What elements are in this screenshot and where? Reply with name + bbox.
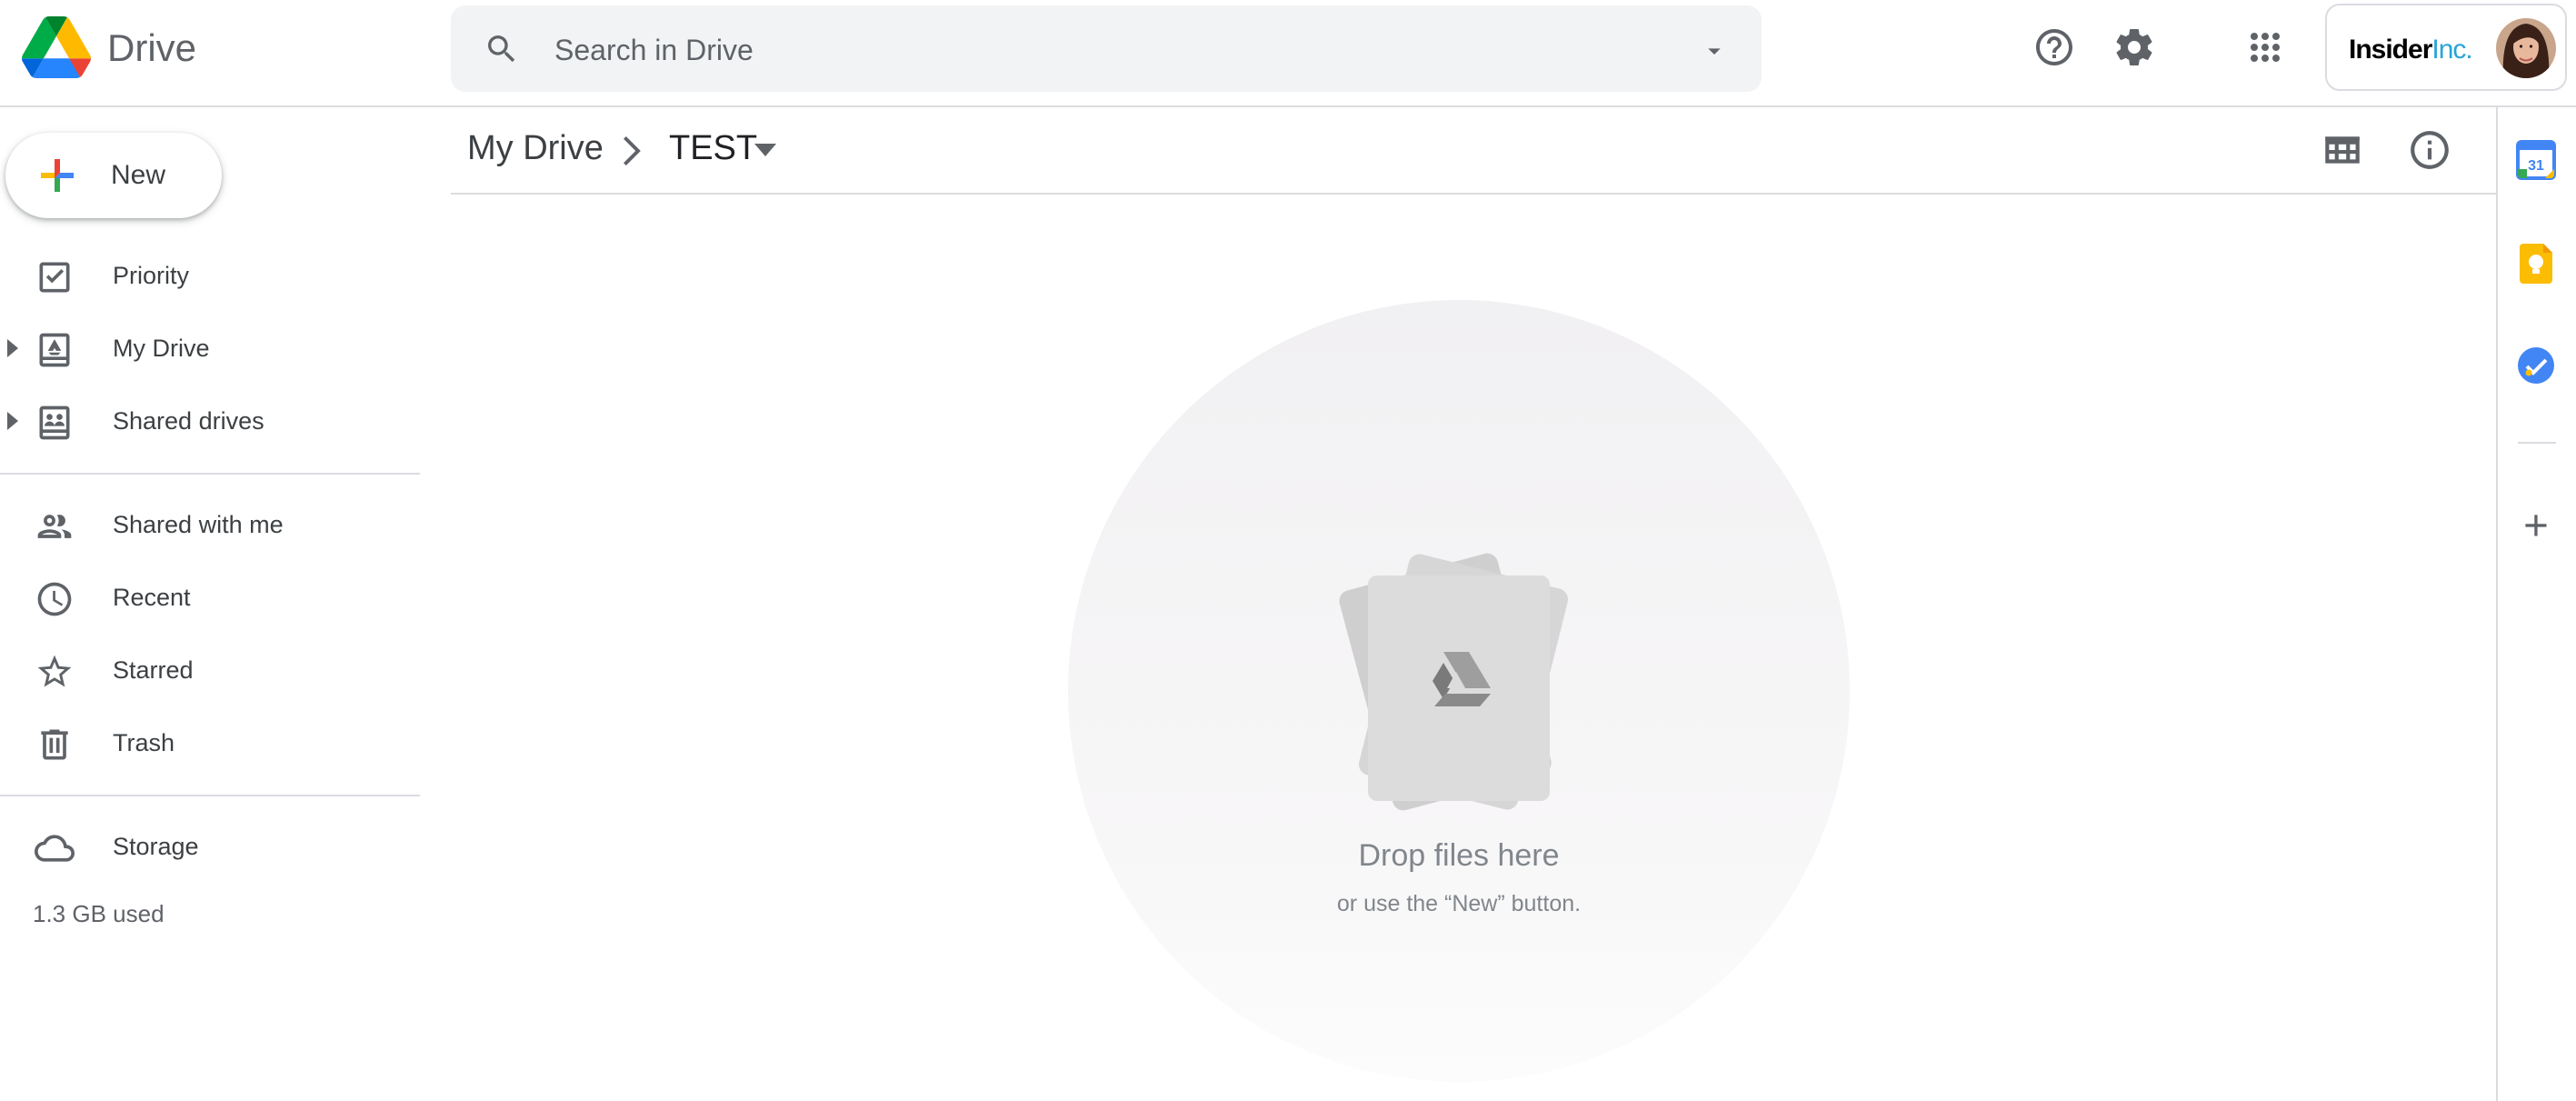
breadcrumb-current-folder[interactable]: TEST [669,129,757,168]
sidebar-item-storage[interactable]: Storage [0,812,420,881]
sidebar-item-label: My Drive [113,335,210,362]
add-addon-icon[interactable] [2516,505,2556,545]
tasks-icon[interactable] [2516,345,2556,385]
storage-used-text: 1.3 GB used [33,900,165,927]
sidebar-item-label: Shared with me [113,511,284,538]
avatar[interactable] [2496,18,2556,78]
empty-files-illustration [1327,550,1573,823]
sidebar-item-label: Starred [113,656,194,684]
shared-drives-icon [35,403,75,443]
new-button-label: New [111,160,166,190]
help-icon[interactable] [2032,25,2076,69]
search-bar[interactable] [451,5,1762,92]
folder-menu-dropdown-icon[interactable] [753,142,778,160]
keep-icon[interactable] [2516,244,2556,284]
account-switcher[interactable]: InsiderInc. [2325,4,2567,91]
top-app-bar: Drive InsiderInc. [0,0,2576,107]
organization-logo: InsiderInc. [2349,35,2473,65]
calendar-icon[interactable]: 31 [2516,140,2556,180]
sidebar-item-label: Recent [113,584,191,611]
star-icon [35,652,75,692]
apps-grid-icon[interactable] [2243,25,2287,69]
sidebar-item-trash[interactable]: Trash [0,708,420,777]
sidebar-item-label: Shared drives [113,407,265,435]
chevron-right-icon [620,136,644,165]
grid-view-icon[interactable] [2320,127,2365,173]
my-drive-icon [35,330,75,370]
trash-icon [35,725,75,765]
empty-state-title: Drop files here [1358,838,1560,873]
breadcrumb-root[interactable]: My Drive [467,129,604,168]
sidebar-item-label: Storage [113,833,199,860]
sidebar-item-label: Trash [113,729,175,756]
priority-icon [35,257,75,297]
search-options-dropdown-icon[interactable] [1700,36,1729,65]
expand-caret-icon[interactable] [7,339,22,357]
sidebar-divider [0,473,420,475]
sidebar-item-recent[interactable]: Recent [0,563,420,632]
info-icon[interactable] [2407,127,2452,173]
settings-gear-icon[interactable] [2112,25,2156,69]
sidebar-item-label: Priority [113,262,190,289]
expand-caret-icon[interactable] [7,412,22,430]
plus-icon [33,151,82,200]
sidebar-divider [0,795,420,796]
cloud-icon [35,828,75,868]
side-panel: 31 [2496,107,2576,1101]
sidebar-item-priority[interactable]: Priority [0,241,420,310]
search-input[interactable] [553,24,1647,76]
app-title[interactable]: Drive [107,25,196,71]
side-panel-divider [2518,442,2556,444]
sidebar-item-shared-with-me[interactable]: Shared with me [0,490,420,559]
search-icon[interactable] [484,31,520,67]
people-icon [35,506,75,546]
sidebar-item-shared-drives[interactable]: Shared drives [0,386,420,455]
clock-icon [35,579,75,619]
sidebar-item-my-drive[interactable]: My Drive [0,314,420,383]
breadcrumb: My Drive TEST [451,107,2496,195]
svg-text:31: 31 [2528,158,2544,174]
sidebar-item-starred[interactable]: Starred [0,636,420,705]
new-button[interactable]: New [5,133,222,218]
drive-logo[interactable] [22,16,91,78]
empty-state-subtitle: or use the “New” button. [1336,891,1582,916]
